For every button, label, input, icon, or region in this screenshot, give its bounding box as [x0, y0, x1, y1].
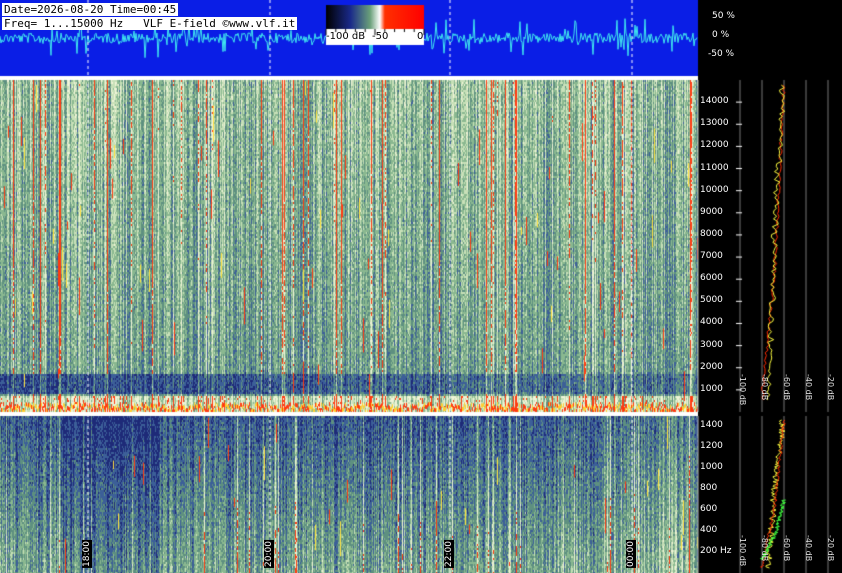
waveform-tick-0: 0 %: [712, 30, 730, 40]
colorbar-label-mid: -50: [372, 31, 389, 42]
db-tick-low-4: -20 dB: [826, 535, 835, 562]
waveform-tick-50: 50 %: [712, 11, 735, 21]
low-freq-tick-1: 400: [700, 525, 718, 536]
db-tick-top-0: -100 dB: [738, 374, 747, 406]
header-freq-info: Freq= 1...15000 Hz VLF E-field ©www.vlf.…: [2, 17, 298, 30]
db-tick-low-0: -100 dB: [738, 535, 747, 567]
db-tick-top-1: -80 dB: [760, 374, 769, 401]
freq-tick-6000: 6000: [700, 273, 723, 284]
header-date-time: Date=2026-08-20 Time=00:45: [2, 3, 179, 16]
waveform-tick-minus50: -50 %: [708, 49, 735, 59]
time-label-0: 18:00: [82, 540, 92, 568]
time-label-2: 22:00: [444, 540, 454, 568]
low-freq-tick-2: 600: [700, 504, 718, 515]
db-tick-top-2: -60 dB: [782, 374, 791, 401]
low-freq-tick-5: 1200: [700, 441, 723, 452]
freq-tick-11000: 11000: [700, 162, 729, 173]
low-freq-tick-4: 1000: [700, 462, 723, 473]
db-tick-low-1: -80 dB: [760, 535, 769, 562]
db-tick-top-4: -20 dB: [826, 374, 835, 401]
colorbar-label-max: 0: [417, 31, 424, 42]
freq-tick-12000: 12000: [700, 140, 729, 151]
freq-tick-5000: 5000: [700, 295, 723, 306]
db-tick-low-3: -40 dB: [804, 535, 813, 562]
colorbar-label-min: -100 dB: [326, 31, 366, 42]
freq-tick-2000: 2000: [700, 361, 723, 372]
freq-tick-9000: 9000: [700, 206, 723, 217]
freq-tick-4000: 4000: [700, 317, 723, 328]
low-freq-tick-3: 800: [700, 483, 718, 494]
freq-tick-7000: 7000: [700, 251, 723, 262]
freq-tick-13000: 13000: [700, 118, 729, 129]
freq-tick-10000: 10000: [700, 184, 729, 195]
time-label-1: 20:00: [264, 540, 274, 568]
low-freq-tick-0: 200 Hz: [700, 546, 732, 557]
freq-tick-14000: 14000: [700, 96, 729, 107]
freq-tick-3000: 3000: [700, 339, 723, 350]
db-tick-top-3: -40 dB: [804, 374, 813, 401]
freq-tick-8000: 8000: [700, 228, 723, 239]
time-label-3: 00:00: [626, 540, 636, 568]
freq-tick-1000: 1000: [700, 383, 723, 394]
low-freq-tick-6: 1400: [700, 420, 723, 431]
db-tick-low-2: -60 dB: [782, 535, 791, 562]
